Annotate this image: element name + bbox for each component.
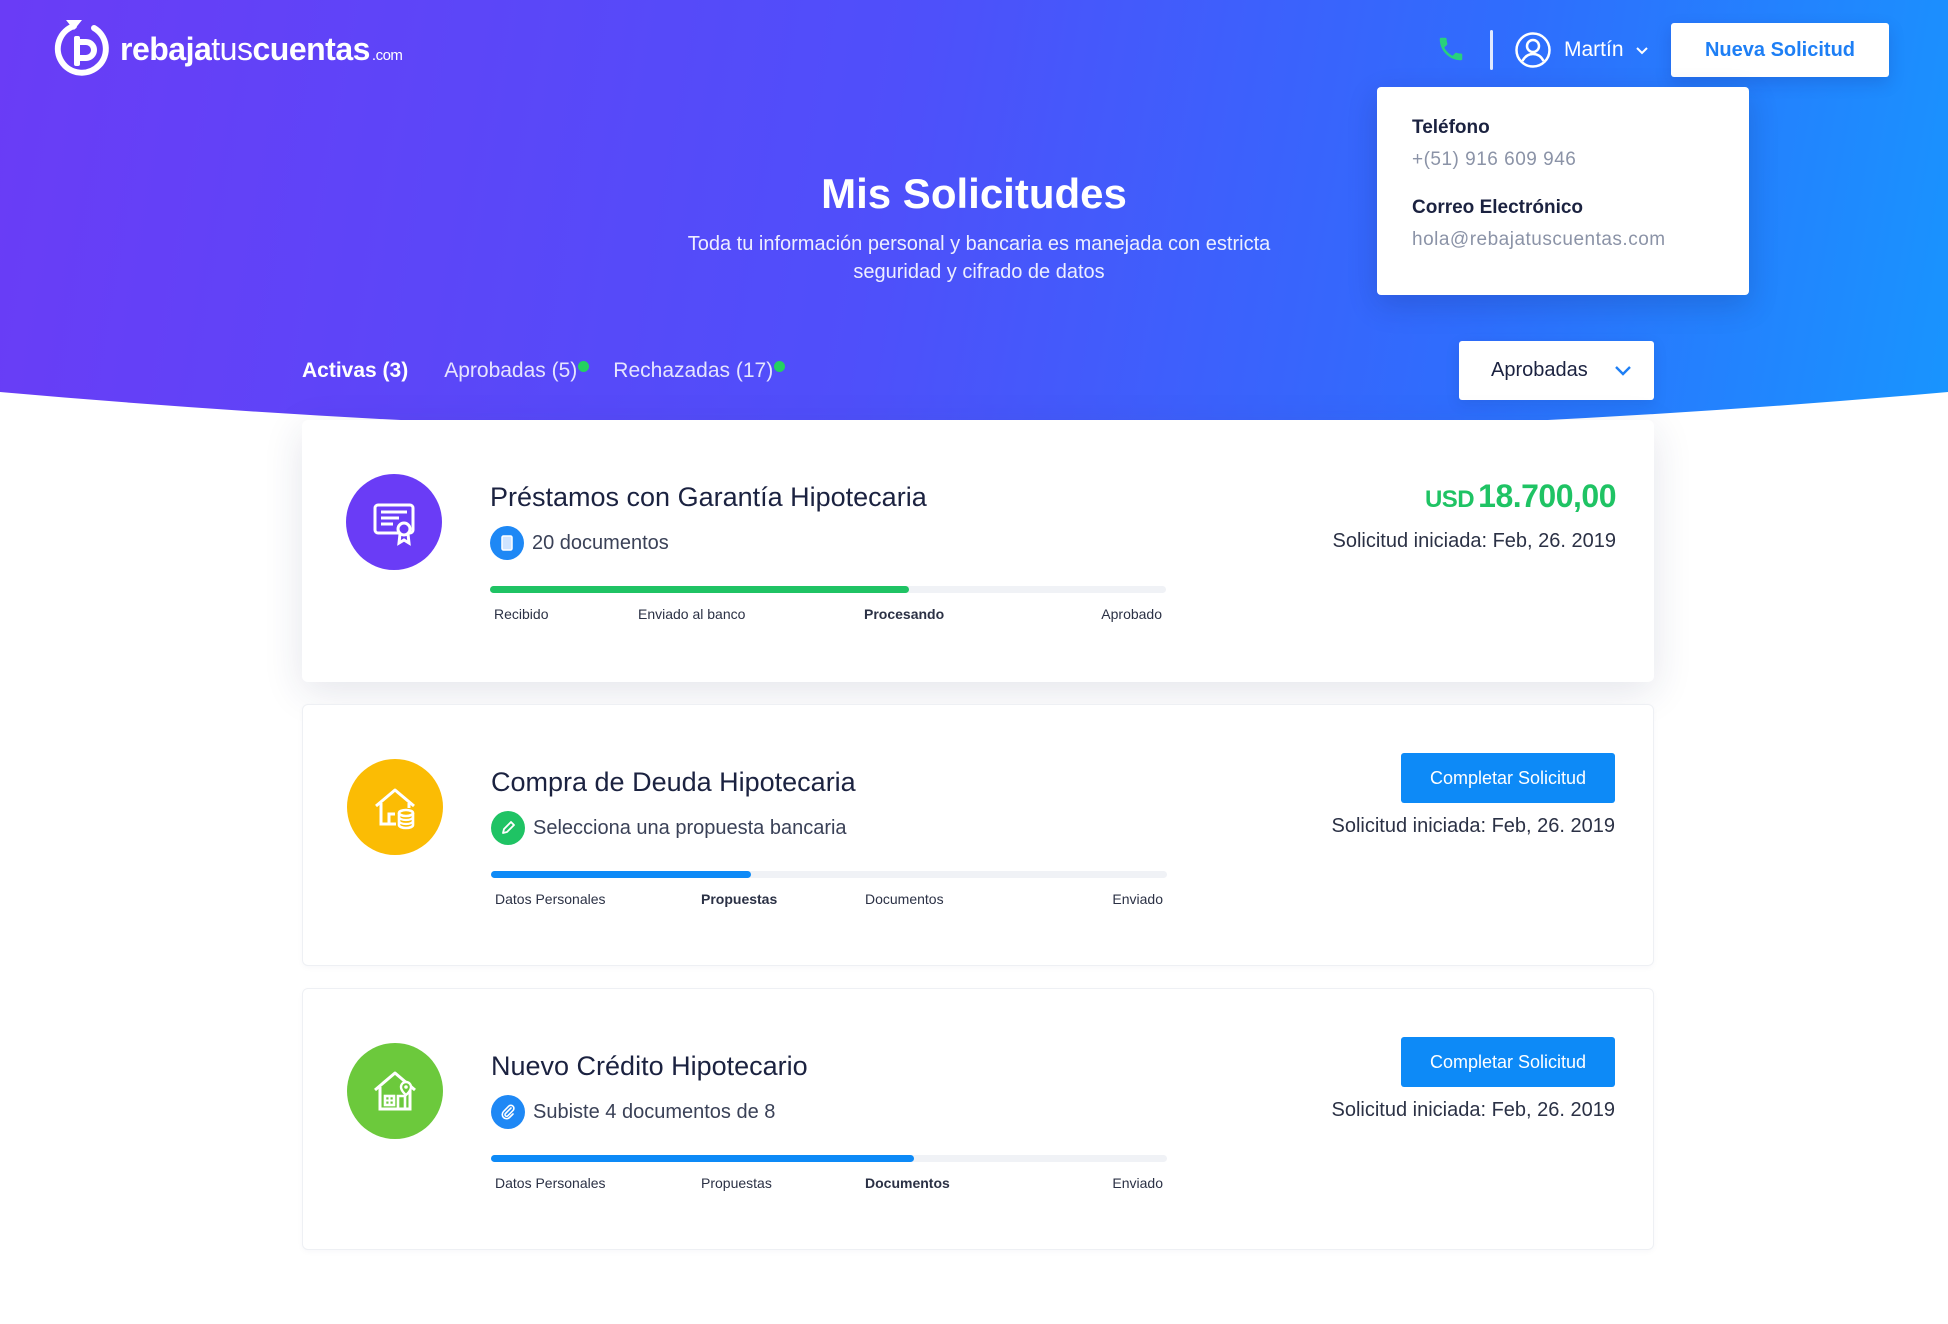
request-subtitle: Selecciona una propuesta bancaria [491, 811, 847, 845]
user-name: Martín [1564, 38, 1624, 61]
request-subtitle-text: Subiste 4 documentos de 8 [533, 1100, 776, 1123]
request-date: Solicitud iniciada: Feb, 26. 2019 [1331, 815, 1615, 837]
progress-steps: Datos Personales Propuestas Documentos E… [491, 1175, 1167, 1195]
certificate-icon [346, 474, 442, 570]
page-title: Mis Solicitudes [821, 170, 1127, 217]
brand-logo[interactable]: rebaja tus cuentas .com [52, 18, 403, 80]
status-filter-select[interactable]: Aprobadas [1459, 341, 1654, 400]
progress-steps: Recibido Enviado al banco Procesando Apr… [490, 606, 1166, 626]
page-subtitle: Toda tu información personal y bancaria … [687, 233, 1271, 283]
brand-domain-suffix: .com [371, 46, 403, 64]
progress-step: Documentos [865, 891, 944, 907]
request-title: Compra de Deuda Hipotecaria [491, 767, 856, 797]
amount-currency: USD [1424, 486, 1475, 513]
request-card[interactable]: Compra de Deuda Hipotecaria Selecciona u… [302, 704, 1654, 966]
request-title: Préstamos con Garantía Hipotecaria [490, 482, 927, 512]
progress-fill [490, 586, 910, 593]
paperclip-icon [491, 1095, 525, 1129]
progress-step: Recibido [494, 606, 549, 622]
filter-selected-value: Aprobadas [1491, 359, 1588, 381]
house-coins-icon [347, 759, 443, 855]
progress-step: Procesando [864, 606, 945, 622]
complete-request-button[interactable]: Completar Solicitud [1401, 1037, 1615, 1087]
progress-steps: Datos Personales Propuestas Documentos E… [491, 891, 1167, 911]
request-subtitle-text: 20 documentos [532, 531, 669, 554]
document-icon [490, 526, 524, 560]
tab-aprobadas[interactable]: Aprobadas (5) [444, 359, 590, 383]
brand-name-part: tus [211, 30, 253, 67]
status-tabs: Activas (3) Aprobadas (5) Rechazadas (17… [302, 356, 809, 386]
notification-dot [578, 361, 590, 372]
request-date: Solicitud iniciada: Feb, 26. 2019 [1331, 1099, 1615, 1121]
tab-label: Aprobadas (5) [444, 359, 578, 382]
brand-name-part: rebaja [120, 30, 212, 67]
amount-value: 18.700,00 [1478, 478, 1616, 514]
pencil-icon [491, 811, 525, 845]
progress-step: Enviado [1112, 891, 1163, 907]
logo-mark-icon [54, 20, 109, 76]
brand-wordmark: rebaja tus cuentas .com [120, 30, 403, 68]
progress-step: Datos Personales [495, 891, 606, 907]
request-date: Solicitud iniciada: Feb, 26. 2019 [1332, 530, 1616, 552]
user-menu[interactable]: Martín [1514, 30, 1650, 70]
request-subtitle: 20 documentos [490, 526, 669, 560]
progress-step: Propuestas [701, 891, 778, 907]
request-amount: USD 18.700,00 [1424, 478, 1617, 515]
complete-request-button[interactable]: Completar Solicitud [1401, 753, 1615, 803]
progress-step: Enviado al banco [638, 606, 746, 622]
request-subtitle-text: Selecciona una propuesta bancaria [533, 816, 847, 839]
progress-step: Datos Personales [495, 1175, 606, 1191]
brand-name-part: cuentas [252, 30, 370, 67]
progress-track [490, 586, 1166, 593]
progress-fill [491, 871, 752, 878]
progress-step: Aprobado [1101, 606, 1162, 622]
progress-track [491, 1155, 1167, 1162]
request-title: Nuevo Crédito Hipotecario [491, 1051, 808, 1081]
request-card[interactable]: Nuevo Crédito Hipotecario Subiste 4 docu… [302, 988, 1654, 1250]
phone-icon[interactable] [1436, 34, 1466, 64]
notification-dot [774, 361, 786, 372]
request-card[interactable]: Préstamos con Garantía Hipotecaria 20 do… [302, 420, 1654, 682]
header-divider [1490, 30, 1493, 70]
request-subtitle: Subiste 4 documentos de 8 [491, 1095, 775, 1129]
phone-value[interactable]: +(51) 916 609 946 [1412, 149, 1714, 171]
chevron-down-icon [1635, 47, 1648, 55]
progress-step: Propuestas [701, 1175, 772, 1191]
tab-label: Rechazadas (17) [613, 359, 774, 382]
phone-label: Teléfono [1412, 117, 1490, 138]
new-request-button[interactable]: Nueva Solicitud [1671, 23, 1889, 77]
tab-rechazadas[interactable]: Rechazadas (17) [613, 359, 786, 383]
email-value[interactable]: hola@rebajatuscuentas.com [1412, 229, 1714, 251]
user-circle-icon [1515, 32, 1551, 68]
progress-step: Enviado [1112, 1175, 1163, 1191]
progress-step: Documentos [865, 1175, 950, 1191]
tab-activas[interactable]: Activas (3) [302, 359, 408, 383]
house-location-icon [347, 1043, 443, 1139]
tab-label: Activas (3) [302, 359, 409, 382]
chevron-down-icon [1615, 366, 1631, 376]
progress-fill [491, 1155, 914, 1162]
progress-track [491, 871, 1167, 878]
